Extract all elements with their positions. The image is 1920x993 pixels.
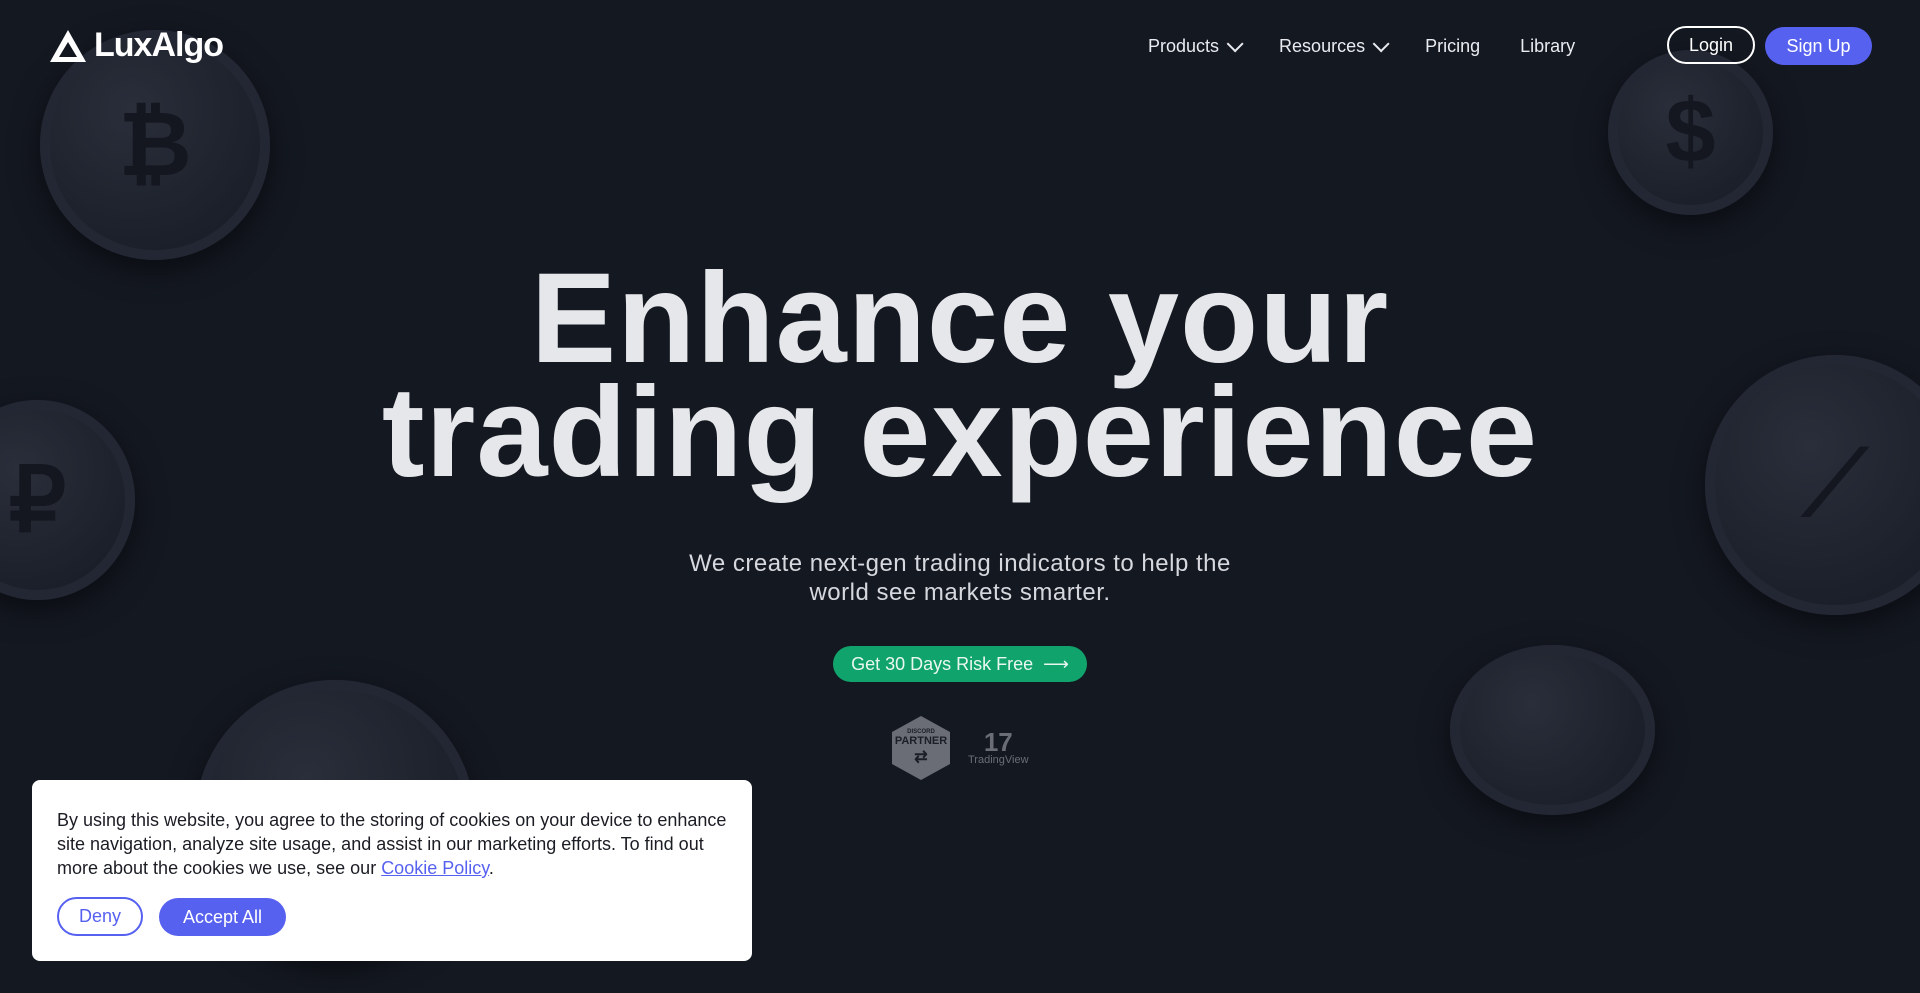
cookie-text: By using this website, you agree to the … <box>57 808 737 880</box>
main-nav: Products Resources Pricing Library <box>1148 28 1575 64</box>
accept-all-cookies-button[interactable]: Accept All <box>159 898 286 936</box>
hero-subtitle: We create next-gen trading indicators to… <box>0 549 1920 607</box>
site-header: LuxAlgo Products Resources Pricing Libra… <box>0 0 1920 92</box>
brand-name: LuxAlgo <box>94 26 224 64</box>
hero-subtitle-line-1: We create next-gen trading indicators to… <box>689 550 1231 577</box>
risk-free-cta-button[interactable]: Get 30 Days Risk Free ⟶ <box>833 646 1087 682</box>
partner-badges: DISCORD PARTNER ⇄ 17 TradingView <box>892 716 1029 780</box>
discord-partner-badge: DISCORD PARTNER ⇄ <box>892 716 950 780</box>
coin-decoration-bottom-right <box>1450 645 1655 815</box>
hero-title: Enhance your trading experience <box>0 255 1920 497</box>
nav-pricing-label: Pricing <box>1425 35 1481 56</box>
tradingview-logo-icon: 17 <box>983 727 1013 757</box>
nav-library[interactable]: Library <box>1520 28 1575 64</box>
nav-library-label: Library <box>1520 35 1576 56</box>
brand-logo[interactable]: LuxAlgo <box>48 26 224 65</box>
nav-pricing[interactable]: Pricing <box>1425 28 1480 64</box>
tradingview-badge: 17 TradingView <box>968 727 1029 766</box>
chevron-down-icon <box>1226 35 1244 53</box>
hero-subtitle-line-2: world see markets smarter. <box>809 579 1111 606</box>
cookie-consent-banner: By using this website, you agree to the … <box>32 780 752 961</box>
partner-label: PARTNER <box>894 735 948 747</box>
tradingview-name: TradingView <box>968 754 1029 766</box>
nav-products-label: Products <box>1148 35 1220 56</box>
signup-button[interactable]: Sign Up <box>1765 27 1872 65</box>
discord-partner-icon: ⇄ <box>914 749 928 766</box>
cta-label: Get 30 Days Risk Free <box>851 653 1034 674</box>
luxalgo-logo-icon <box>50 29 86 62</box>
nav-resources-label: Resources <box>1279 35 1366 56</box>
cookie-period: . <box>488 858 494 878</box>
nav-resources[interactable]: Resources <box>1279 28 1390 64</box>
arrow-right-icon: ⟶ <box>1043 653 1069 674</box>
deny-cookies-button[interactable]: Deny <box>57 897 143 936</box>
chevron-down-icon <box>1372 35 1390 53</box>
login-button[interactable]: Login <box>1667 26 1755 64</box>
nav-products[interactable]: Products <box>1148 28 1244 64</box>
cookie-policy-link[interactable]: Cookie Policy <box>381 858 489 878</box>
hero-title-line-2: trading experience <box>381 361 1539 504</box>
